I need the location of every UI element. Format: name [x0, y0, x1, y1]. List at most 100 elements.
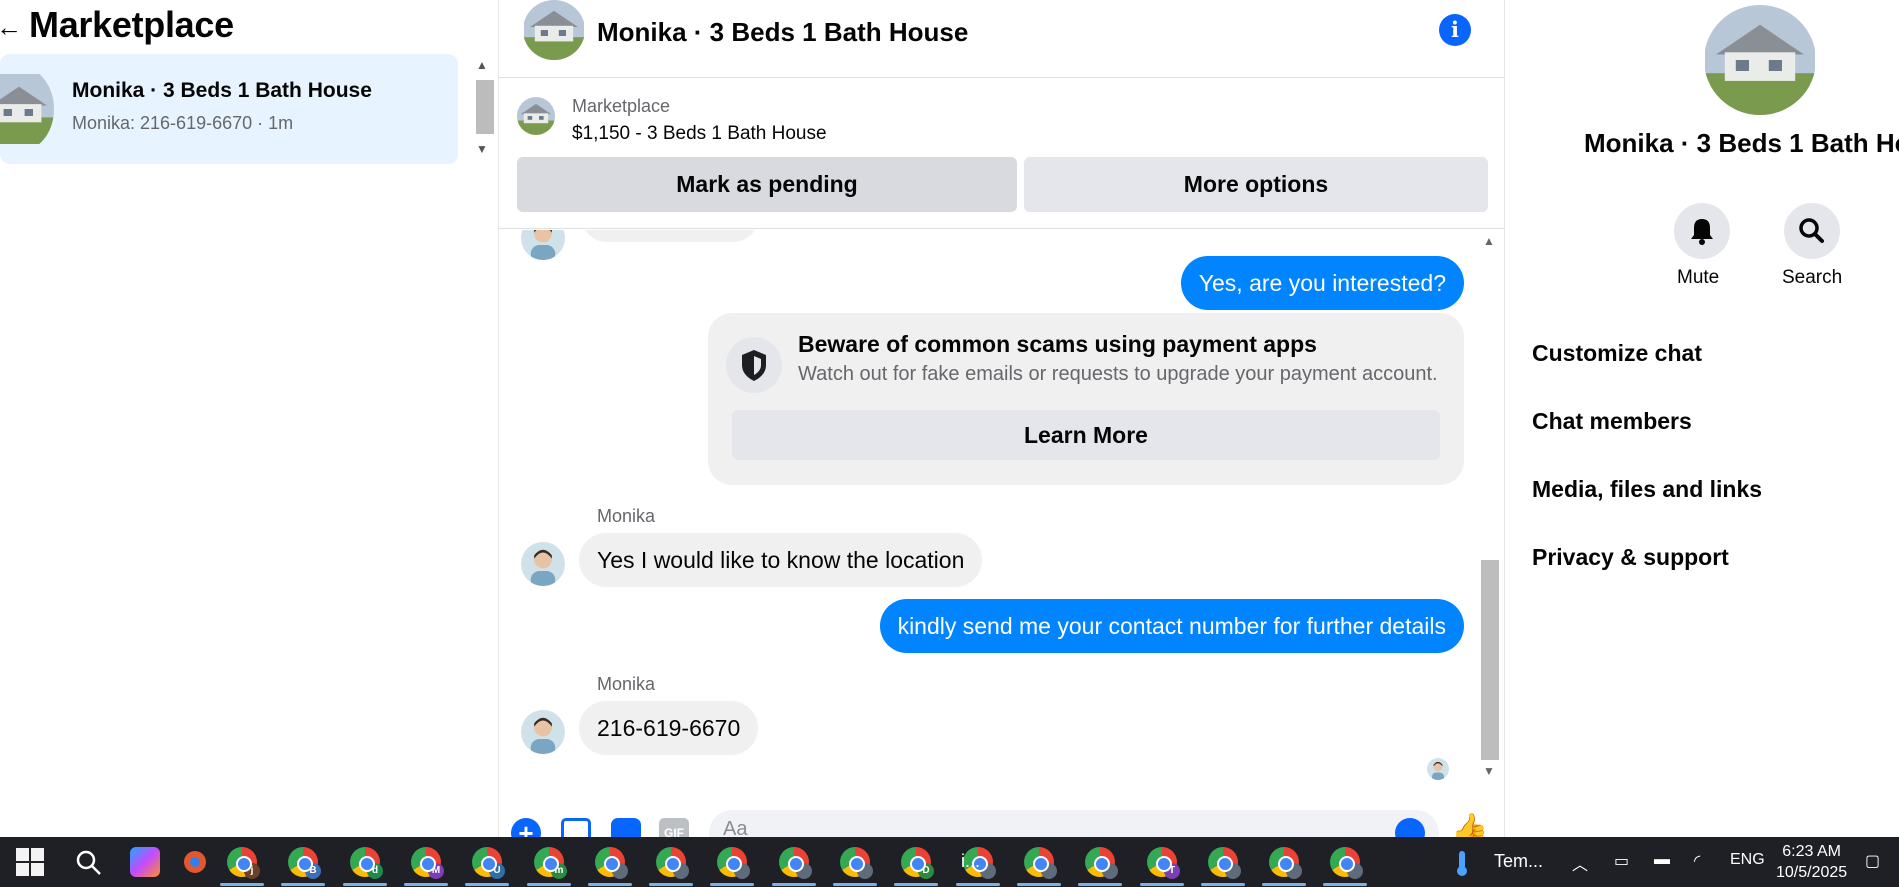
chrome-icon[interactable]: U: [472, 847, 505, 879]
copilot-icon[interactable]: [130, 847, 160, 877]
chrome-icon[interactable]: [656, 847, 689, 879]
running-indicator: [404, 883, 448, 886]
chrome-icon[interactable]: [840, 847, 873, 879]
running-indicator: [894, 883, 938, 886]
plus-icon[interactable]: +: [511, 818, 541, 837]
chrome-icon[interactable]: [1330, 847, 1363, 879]
profile-badge: d: [367, 863, 383, 879]
scroll-down-arrow-icon[interactable]: ▼: [476, 142, 488, 156]
conversation-preview: Monika: 216-619-6670 · 1m: [72, 113, 294, 133]
snipping-tool-icon[interactable]: [180, 847, 210, 877]
photo-icon[interactable]: [561, 818, 591, 837]
chrome-icon[interactable]: d: [350, 847, 383, 879]
chrome-icon[interactable]: j: [227, 847, 260, 879]
weather-label[interactable]: Tem...: [1494, 851, 1543, 872]
scroll-up-arrow-icon[interactable]: ▲: [476, 58, 488, 72]
scrollbar-thumb[interactable]: [1481, 560, 1499, 760]
profile-badge: M: [428, 863, 444, 879]
mark-as-pending-button[interactable]: Mark as pending: [517, 157, 1017, 212]
chevron-up-icon[interactable]: ︿: [1572, 851, 1588, 875]
shield-icon: [726, 337, 782, 393]
chrome-icon[interactable]: T: [1147, 847, 1180, 879]
chrome-icon[interactable]: [779, 847, 812, 879]
thermometer-icon[interactable]: [1452, 849, 1472, 879]
running-indicator: [220, 883, 264, 886]
profile-avatar[interactable]: [1704, 5, 1816, 115]
conversation-list-scrollbar[interactable]: ▲ ▼: [472, 58, 494, 162]
more-options-button[interactable]: More options: [1024, 157, 1488, 212]
chrome-icon[interactable]: M: [411, 847, 444, 879]
meet-now-icon[interactable]: ▭: [1614, 851, 1629, 871]
clock[interactable]: 6:23 AM 10/5/2025: [1776, 841, 1847, 883]
message-input[interactable]: Aa: [709, 810, 1439, 837]
chat-avatar[interactable]: [523, 0, 585, 60]
scroll-down-arrow-icon[interactable]: ▼: [1483, 764, 1495, 778]
profile-badge: T: [1164, 863, 1180, 879]
bell-icon: [1691, 219, 1713, 245]
message-bubble-outgoing[interactable]: kindly send me your contact number for f…: [879, 599, 1464, 653]
listing-thumbnail[interactable]: [517, 97, 555, 135]
clock-date: 10/5/2025: [1776, 864, 1848, 881]
running-indicator: [465, 883, 509, 886]
message-bubble-outgoing[interactable]: Yes, are you interested?: [1180, 256, 1464, 310]
privacy-support-item[interactable]: Privacy & support: [1532, 544, 1729, 571]
windows-start-icon[interactable]: [15, 847, 45, 877]
notification-icon[interactable]: ▢: [1865, 851, 1880, 871]
message-thread: Yes, are you interested? Beware of commo…: [499, 230, 1505, 790]
conversation-name: Monika · 3 Beds 1 Bath House: [72, 79, 372, 102]
chrome-icon[interactable]: [717, 847, 750, 879]
running-indicator: [649, 883, 693, 886]
running-indicator: [1017, 883, 1061, 886]
thumbs-up-icon[interactable]: 👍: [1451, 812, 1491, 837]
panel-title: Marketplace: [29, 4, 234, 45]
wifi-icon[interactable]: ◜: [1694, 851, 1700, 871]
profile-badge: [734, 863, 750, 879]
taskbar: j Bd M Um D T i... Tem... ︿ ▭ ▬ ◜ ENG 6:23 AM…: [0, 837, 1899, 887]
running-indicator: [710, 883, 754, 886]
sender-avatar[interactable]: [521, 542, 565, 586]
language-indicator[interactable]: ENG: [1730, 851, 1765, 869]
chrome-icon[interactable]: [595, 847, 628, 879]
info-icon[interactable]: i: [1439, 14, 1471, 46]
learn-more-button[interactable]: Learn More: [732, 410, 1440, 460]
media-files-links-item[interactable]: Media, files and links: [1532, 476, 1762, 503]
scrollbar-thumb[interactable]: [476, 80, 494, 134]
chrome-icon[interactable]: [1208, 847, 1241, 879]
mute-button[interactable]: [1674, 203, 1730, 259]
profile-badge: [1102, 863, 1118, 879]
sender-avatar[interactable]: [521, 710, 565, 754]
message-bubble-incoming[interactable]: Yes I would like to know the location: [579, 533, 983, 587]
running-indicator: [772, 883, 816, 886]
chrome-icon[interactable]: m: [534, 847, 567, 879]
chrome-icon[interactable]: [1024, 847, 1057, 879]
message-bubble-incoming[interactable]: 216-619-6670: [579, 701, 759, 755]
running-indicator: [1140, 883, 1184, 886]
conversation-list-panel: ← Marketplace Monika · 3 Beds 1 Bath Hou…: [0, 0, 498, 837]
search-button[interactable]: [1784, 203, 1840, 259]
profile-badge: U: [489, 863, 505, 879]
chrome-icon[interactable]: [1269, 847, 1302, 879]
battery-icon[interactable]: ▬: [1654, 851, 1670, 869]
running-indicator: [588, 883, 632, 886]
listing-title[interactable]: $1,150 - 3 Beds 1 Bath House: [572, 123, 827, 145]
scroll-up-arrow-icon[interactable]: ▲: [1483, 234, 1495, 248]
chrome-icon[interactable]: [1085, 847, 1118, 879]
chrome-icon[interactable]: B: [288, 847, 321, 879]
conversation-item[interactable]: Monika · 3 Beds 1 Bath House Monika: 216…: [0, 54, 458, 164]
chat-members-item[interactable]: Chat members: [1532, 408, 1692, 435]
listing-banner: Marketplace $1,150 - 3 Beds 1 Bath House…: [499, 79, 1505, 229]
chrome-icon[interactable]: D: [901, 847, 934, 879]
chat-title[interactable]: Monika · 3 Beds 1 Bath House: [597, 17, 968, 48]
sticker-icon[interactable]: [611, 818, 641, 837]
active-window-label[interactable]: i...: [961, 851, 980, 872]
chat-panel: Monika · 3 Beds 1 Bath House i Marketpla…: [498, 0, 1505, 837]
search-icon[interactable]: [73, 847, 103, 877]
message-bubble-incoming: [581, 230, 759, 242]
running-indicator: [527, 883, 571, 886]
warning-title: Beware of common scams using payment app…: [798, 331, 1317, 357]
message-thread-scrollbar[interactable]: ▲ ▼: [1479, 230, 1501, 786]
sender-name: Monika: [597, 506, 656, 526]
customize-chat-item[interactable]: Customize chat: [1532, 340, 1702, 367]
back-arrow-icon[interactable]: ←: [0, 12, 22, 43]
gif-icon[interactable]: GIF: [659, 818, 689, 837]
